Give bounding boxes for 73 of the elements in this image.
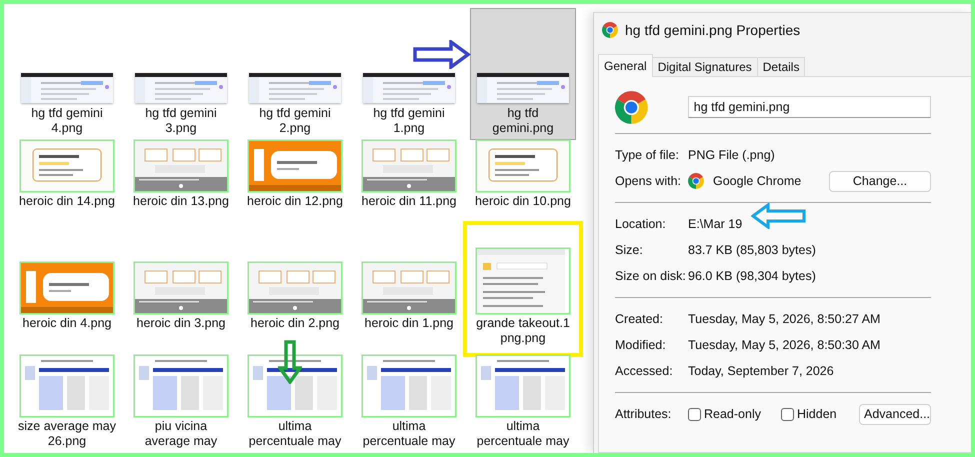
field-label: Type of file: <box>615 148 680 162</box>
field-label: Modified: <box>615 338 667 352</box>
file-name: heroic din 10.png <box>475 194 571 210</box>
file-item[interactable]: grande takeout.1 png.png <box>470 228 576 350</box>
file-item[interactable]: hg tfd gemini 2.png <box>242 8 348 140</box>
file-name: heroic din 4.png <box>22 316 112 332</box>
chrome-icon <box>602 22 618 38</box>
file-name: hg tfd gemini 3.png <box>145 106 217 136</box>
file-item[interactable]: heroic din 12.png <box>242 140 348 228</box>
field-value: Tuesday, May 5, 2026, 8:50:27 AM <box>688 312 880 326</box>
checkbox[interactable] <box>688 408 701 420</box>
field-label: Opens with: <box>615 174 682 188</box>
tab[interactable]: General <box>598 54 653 77</box>
field-label: Accessed: <box>615 364 674 378</box>
checkbox-label: Hidden <box>796 407 837 421</box>
file-item[interactable]: heroic din 11.png <box>356 140 462 228</box>
file-name: hg tfd gemini 2.png <box>259 106 331 136</box>
file-name: heroic din 11.png <box>362 194 456 210</box>
field-label: Location: <box>615 217 667 231</box>
chrome-icon <box>688 173 704 189</box>
field-value: 83.7 KB (85,803 bytes) <box>688 243 816 257</box>
field-value: Google Chrome <box>713 174 802 188</box>
file-name: ultima percentuale may <box>476 419 570 449</box>
left-arrow-icon <box>751 203 807 229</box>
file-name: grande takeout.1 png.png <box>476 316 570 346</box>
field-value: 96.0 KB (98,304 bytes) <box>688 269 816 283</box>
file-name: hg tfd gemini 1.png <box>373 106 445 136</box>
file-item[interactable]: hg tfd gemini 3.png <box>128 8 234 140</box>
file-item[interactable]: ultima percentuale may <box>470 350 576 453</box>
file-item[interactable]: size average may 26.png <box>14 350 120 453</box>
down-arrow-icon <box>278 340 302 384</box>
file-item[interactable]: hg tfd gemini 1.png <box>356 8 462 140</box>
file-item[interactable]: piu vicina average may <box>128 350 234 453</box>
file-name: size average may 26.png <box>18 419 116 449</box>
field-label: Attributes: <box>615 407 672 421</box>
file-name: heroic din 12.png <box>247 194 343 210</box>
file-name: ultima percentuale may <box>362 419 456 449</box>
file-item[interactable]: heroic din 10.png <box>470 140 576 228</box>
field-value: E:\Mar 19 <box>688 217 742 231</box>
field-value: Today, September 7, 2026 <box>688 364 834 378</box>
file-name: hg tfd gemini 4.png <box>31 106 103 136</box>
field-label: Created: <box>615 312 664 326</box>
file-item[interactable]: hg tfd gemini 4.png <box>14 8 120 140</box>
right-arrow-icon <box>413 40 471 69</box>
file-item[interactable]: heroic din 2.png <box>242 228 348 350</box>
chrome-icon <box>615 90 648 124</box>
file-name: ultima percentuale may <box>248 419 342 449</box>
change-button[interactable]: Change... <box>829 170 931 192</box>
file-name: heroic din 2.png <box>250 316 340 332</box>
file-item[interactable]: ultima percentuale may <box>242 350 348 453</box>
file-item[interactable]: ultima percentuale may <box>356 350 462 453</box>
file-name: heroic din 14.png <box>19 194 115 210</box>
tab[interactable]: Details <box>756 57 806 77</box>
file-item[interactable]: heroic din 14.png <box>14 140 120 228</box>
window-title: hg tfd gemini.png Properties <box>625 22 800 38</box>
file-item[interactable]: hg tfd gemini.png <box>470 8 576 140</box>
advanced-button[interactable]: Advanced... <box>859 404 931 424</box>
checkbox[interactable] <box>780 408 794 420</box>
file-item[interactable]: heroic din 4.png <box>14 228 120 350</box>
checkbox-label: Read-only <box>704 407 761 421</box>
file-item[interactable]: heroic din 13.png <box>128 140 234 228</box>
file-name: hg tfd gemini.png <box>492 106 554 136</box>
field-value: Tuesday, May 5, 2026, 8:50:30 AM <box>688 338 880 352</box>
file-name-field[interactable]: hg tfd gemini.png <box>688 96 931 118</box>
file-name: heroic din 1.png <box>364 316 454 332</box>
file-item[interactable]: heroic din 3.png <box>128 228 234 350</box>
field-label: Size on disk: <box>615 269 687 283</box>
field-label: Size: <box>615 243 644 257</box>
file-name: heroic din 3.png <box>136 316 226 332</box>
file-name: heroic din 13.png <box>133 194 229 210</box>
file-item[interactable]: heroic din 1.png <box>356 228 462 350</box>
field-value: PNG File (.png) <box>688 148 775 162</box>
file-name: piu vicina average may <box>144 419 218 449</box>
